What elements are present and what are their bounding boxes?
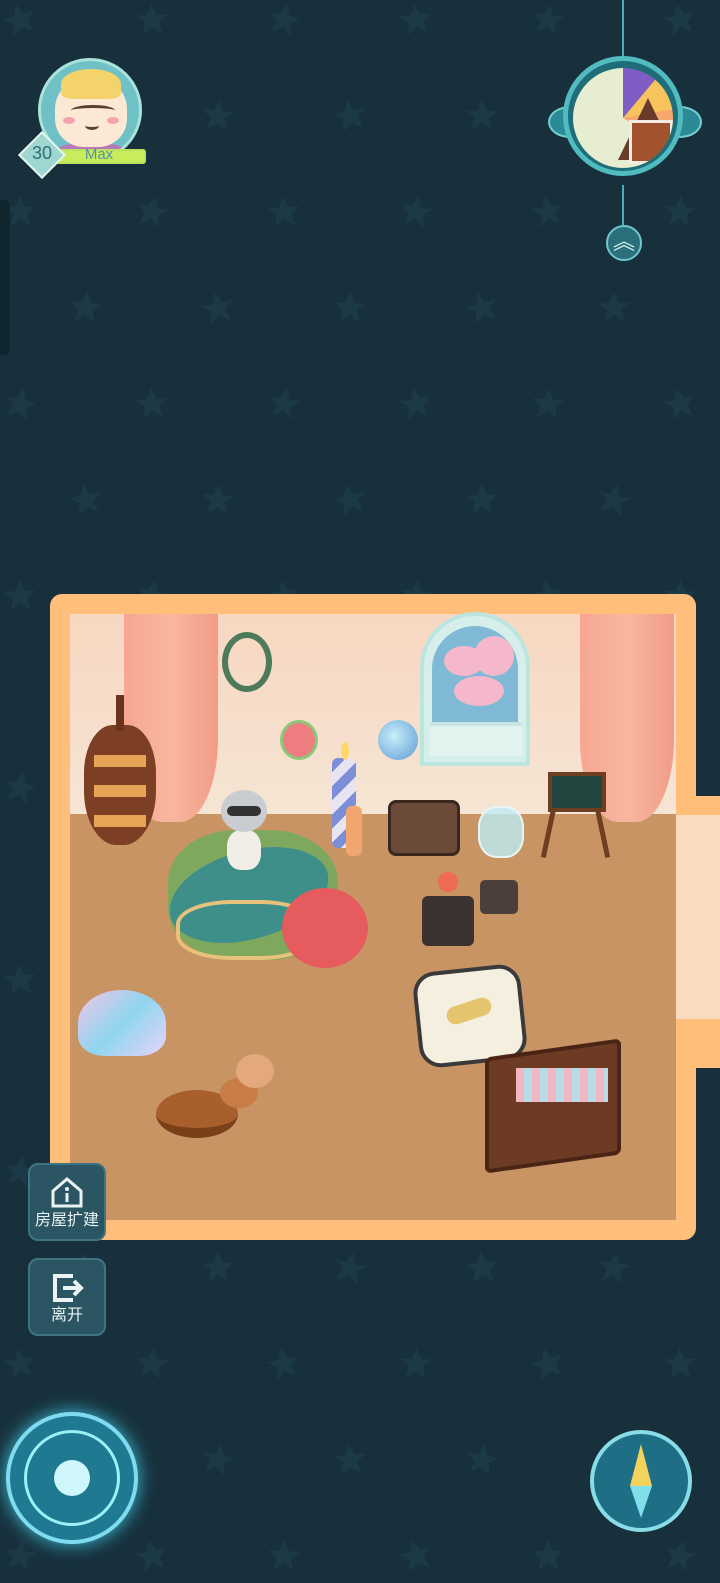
star-icon — [54, 1460, 90, 1496]
small-stool[interactable] — [480, 880, 518, 914]
medallion-string-lower — [622, 185, 624, 225]
potted-flower[interactable] — [438, 872, 458, 892]
expand-house-label: 房屋扩建 — [34, 1210, 99, 1229]
flower-wreath[interactable] — [222, 632, 272, 692]
medallion-string — [622, 0, 624, 60]
room-doorway[interactable] — [676, 815, 720, 1019]
strawberry-cushion[interactable] — [282, 888, 368, 968]
star-orb[interactable] — [378, 720, 418, 760]
compass-icon — [630, 1444, 652, 1486]
leave-label: 离开 — [50, 1305, 83, 1324]
door-frame — [690, 1018, 720, 1068]
leave-button[interactable]: 离开 — [28, 1258, 106, 1336]
level-number: 30 — [31, 143, 53, 163]
chalkboard-easel[interactable] — [540, 768, 612, 858]
small-candle[interactable] — [346, 806, 362, 856]
cookie-stool-top[interactable] — [236, 1054, 274, 1088]
suitcase[interactable] — [388, 800, 460, 856]
candle-flame — [341, 742, 349, 760]
exit-icon — [53, 1274, 84, 1302]
compass-button[interactable] — [590, 1430, 692, 1532]
crystal-jar[interactable] — [478, 806, 524, 858]
collapse-button[interactable]: ︽ — [606, 225, 642, 261]
arched-window[interactable] — [420, 612, 530, 766]
door-frame — [690, 796, 720, 816]
expand-house-button[interactable]: 房屋扩建 — [28, 1163, 106, 1241]
chevron-double-up-icon: ︽ — [612, 230, 635, 255]
book-stool[interactable] — [422, 896, 474, 946]
cello-bookshelf[interactable] — [84, 695, 158, 855]
house-info-icon — [51, 1177, 83, 1208]
strawberry-wall-decor[interactable] — [280, 720, 318, 760]
side-drawer-handle[interactable] — [0, 200, 10, 355]
raccoon-character[interactable] — [217, 790, 271, 880]
magic-circle-button[interactable] — [6, 1412, 138, 1544]
shell-lamp[interactable] — [78, 990, 166, 1056]
house-medallion-button[interactable] — [548, 56, 702, 186]
crib-books — [516, 1068, 608, 1102]
wooden-crib[interactable] — [485, 1038, 621, 1174]
